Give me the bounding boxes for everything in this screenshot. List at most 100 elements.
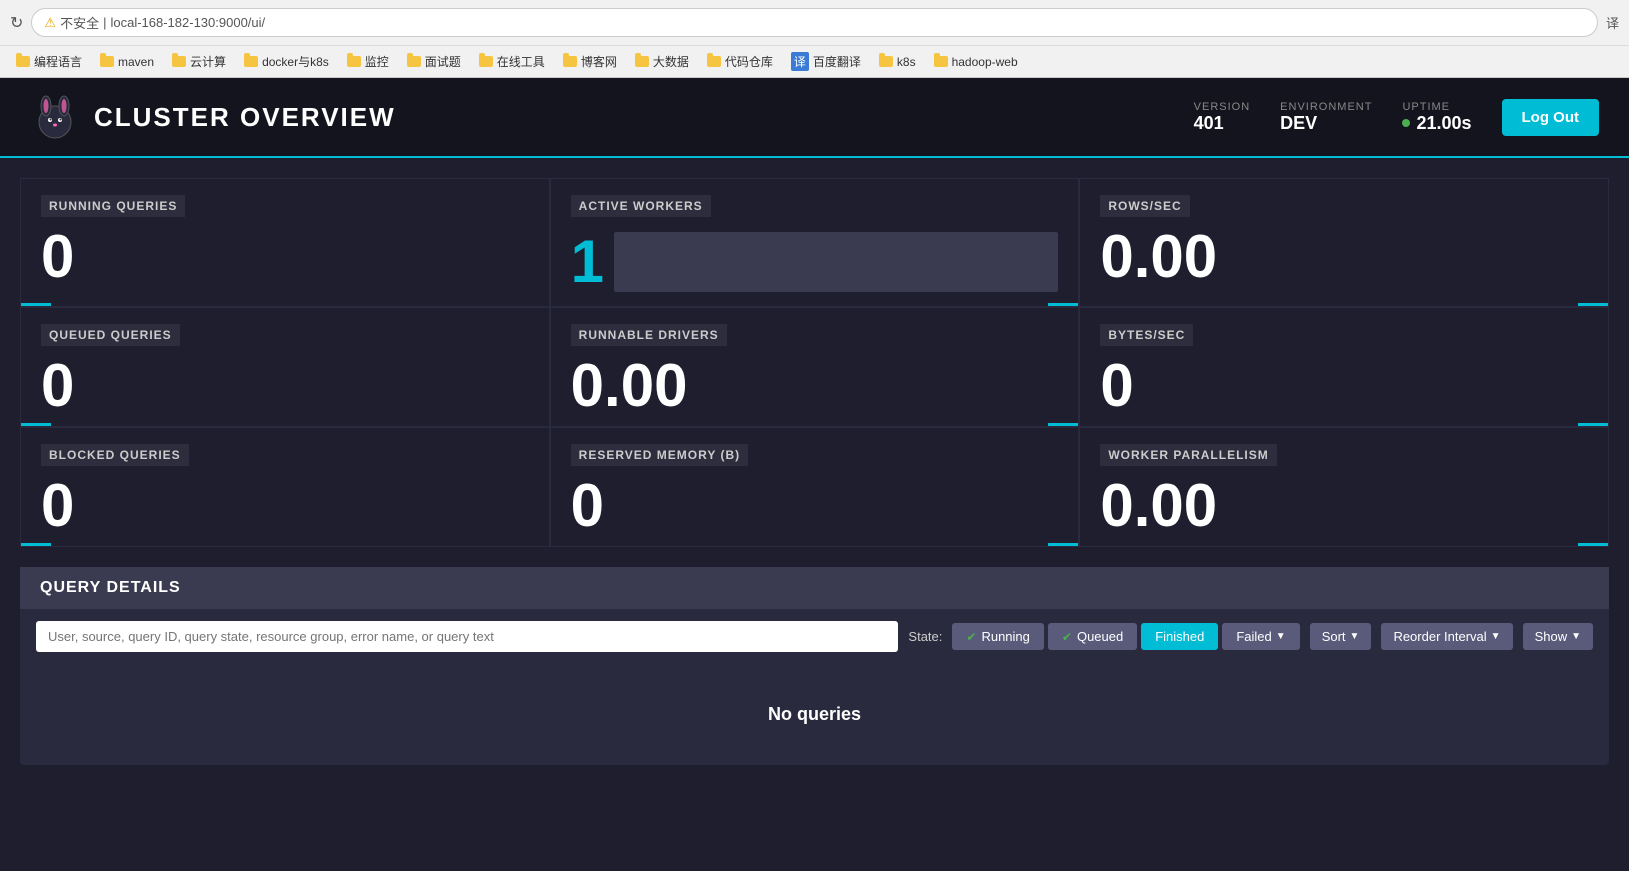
stat-bar [21,423,549,426]
sort-button[interactable]: Sort ▼ [1310,623,1372,650]
app-container: CLUSTER OVERVIEW VERSION 401 ENVIRONMENT… [0,78,1629,871]
stat-active-workers: ACTIVE WORKERS 1 [550,178,1080,307]
failed-caret-icon: ▼ [1276,631,1286,642]
stat-worker-parallelism: WORKER PARALLELISM 0.00 [1079,427,1609,547]
state-filter-buttons: ✔ Running ✔ Queued Finished Failed ▼ [952,623,1299,650]
reorder-interval-label: Reorder Interval [1393,629,1486,644]
show-caret-icon: ▼ [1571,631,1581,642]
stat-bar [1080,423,1608,426]
stat-value: 0.00 [1100,227,1588,287]
bookmark-hadoop[interactable]: hadoop-web [928,53,1024,71]
stat-bar-fill [1578,543,1608,546]
stat-label: RUNNING QUERIES [41,195,185,217]
query-controls: State: ✔ Running ✔ Queued Finished Faile… [20,609,1609,664]
stat-value: 0 [41,227,529,287]
bookmark-interview[interactable]: 面试题 [401,51,467,72]
app-title: CLUSTER OVERVIEW [94,102,396,133]
bookmark-bigdata[interactable]: 大数据 [629,51,695,72]
folder-icon [347,56,361,67]
failed-filter-button[interactable]: Failed ▼ [1222,623,1299,650]
stat-bar-fill [21,303,51,306]
sort-label: Sort [1322,629,1346,644]
bookmark-label: 博客网 [581,53,617,70]
version-label: VERSION [1194,101,1251,113]
stat-label: ACTIVE WORKERS [571,195,711,217]
uptime-value: 21.00s [1416,113,1471,134]
reorder-caret-icon: ▼ [1491,631,1501,642]
running-check-icon: ✔ [966,630,976,644]
bookmark-label: docker与k8s [262,53,329,70]
stat-bar [551,303,1079,306]
bookmark-label: 百度翻译 [813,53,861,70]
logo-area: CLUSTER OVERVIEW [30,92,1194,142]
folder-icon [934,56,948,67]
stat-reserved-memory: RESERVED MEMORY (B) 0 [550,427,1080,547]
stat-value: 0.00 [1100,476,1588,536]
bookmarks-bar: 编程语言 maven 云计算 docker与k8s 监控 面试题 在线工具 博 [0,45,1629,77]
no-queries-message: No queries [20,664,1609,765]
translate-icon[interactable]: 译 [1606,13,1619,32]
stat-label: BYTES/SEC [1100,324,1193,346]
show-button[interactable]: Show ▼ [1523,623,1593,650]
bookmark-k8s[interactable]: k8s [873,53,922,71]
bookmark-cloud[interactable]: 云计算 [166,51,232,72]
queued-label: Queued [1077,629,1123,644]
bookmark-label: hadoop-web [952,55,1018,69]
bookmark-maven[interactable]: maven [94,53,160,71]
queued-filter-button[interactable]: ✔ Queued [1048,623,1137,650]
reorder-interval-button[interactable]: Reorder Interval ▼ [1381,623,1512,650]
active-workers-value: 1 [571,227,1059,296]
stat-bar [1080,303,1608,306]
logout-button[interactable]: Log Out [1502,99,1599,136]
queued-check-icon: ✔ [1062,630,1072,644]
bookmark-monitor[interactable]: 监控 [341,51,395,72]
bookmark-code[interactable]: 代码仓库 [701,51,779,72]
address-bar[interactable]: ⚠ 不安全 | local-168-182-130:9000/ui/ [31,8,1598,37]
stat-label: RUNNABLE DRIVERS [571,324,727,346]
version-info: VERSION 401 [1194,101,1251,134]
bookmark-blog[interactable]: 博客网 [557,51,623,72]
folder-icon [479,56,493,67]
app-header: CLUSTER OVERVIEW VERSION 401 ENVIRONMENT… [0,78,1629,158]
stat-bar [551,423,1079,426]
folder-icon [707,56,721,67]
stat-value: 0 [571,476,1059,536]
bookmark-docker[interactable]: docker与k8s [238,51,335,72]
bookmark-biancheng[interactable]: 编程语言 [10,51,88,72]
folder-icon [244,56,258,67]
bookmark-label: 云计算 [190,53,226,70]
workers-bar-chart [614,232,1058,292]
stat-label: QUEUED QUERIES [41,324,180,346]
folder-icon [563,56,577,67]
stat-bar [1080,543,1608,546]
bookmark-tools[interactable]: 在线工具 [473,51,551,72]
stat-runnable-drivers: RUNNABLE DRIVERS 0.00 [550,307,1080,427]
query-details-section: QUERY DETAILS State: ✔ Running ✔ Queued … [20,567,1609,765]
finished-filter-button[interactable]: Finished [1141,623,1218,650]
bookmark-label: 编程语言 [34,53,82,70]
running-filter-button[interactable]: ✔ Running [952,623,1044,650]
uptime-value-container: 21.00s [1402,113,1471,134]
stat-value: 0.00 [571,356,1059,416]
warning-icon: ⚠ [44,15,56,31]
failed-label: Failed [1236,629,1271,644]
bookmark-label: 代码仓库 [725,53,773,70]
stat-value: 0 [41,476,529,536]
version-value: 401 [1194,113,1224,134]
finished-label: Finished [1155,629,1204,644]
browser-chrome: ↻ ⚠ 不安全 | local-168-182-130:9000/ui/ 译 编… [0,0,1629,78]
stat-running-queries: RUNNING QUERIES 0 [20,178,550,307]
stats-grid: RUNNING QUERIES 0 ACTIVE WORKERS 1 ROWS/… [0,158,1629,557]
stat-label: WORKER PARALLELISM [1100,444,1276,466]
bookmark-baidu[interactable]: 译 百度翻译 [785,50,867,73]
uptime-info: UPTIME 21.00s [1402,101,1471,134]
state-label: State: [908,629,942,644]
uptime-label: UPTIME [1402,101,1450,113]
header-meta: VERSION 401 ENVIRONMENT DEV UPTIME 21.00… [1194,99,1599,136]
stat-value: 0 [41,356,529,416]
refresh-icon[interactable]: ↻ [10,13,23,33]
query-search-input[interactable] [36,621,898,652]
stat-rows-sec: ROWS/SEC 0.00 [1079,178,1609,307]
folder-icon [407,56,421,67]
bookmark-label: 监控 [365,53,389,70]
